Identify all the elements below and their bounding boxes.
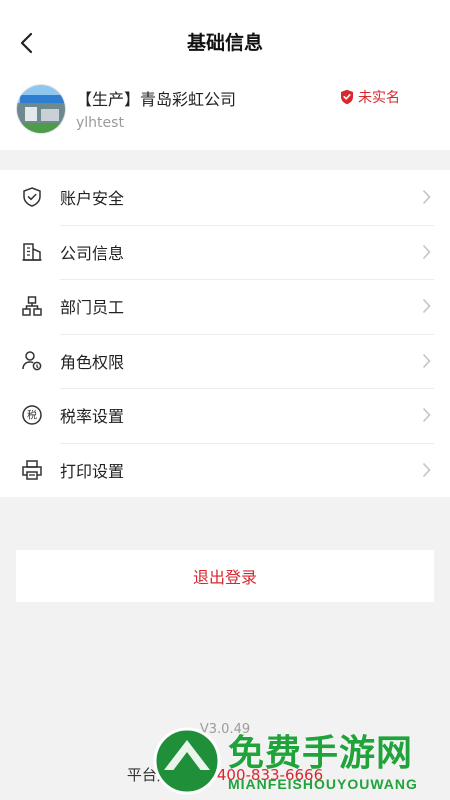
chevron-right-icon — [420, 352, 432, 370]
menu-item-label: 部门员工 — [60, 298, 125, 318]
verification-badge[interactable]: 未实名 — [340, 87, 400, 107]
printer-icon — [20, 458, 44, 482]
company-profile-card: 【生产】青岛彩虹公司 ylhtest 未实名 — [0, 70, 450, 150]
building-icon — [20, 240, 44, 264]
logout-button[interactable]: 退出登录 — [16, 550, 434, 602]
shield-warning-icon — [341, 89, 353, 105]
chevron-right-icon — [420, 297, 432, 315]
menu-item-print-settings[interactable]: 打印设置 — [0, 442, 450, 498]
menu-item-label: 公司信息 — [60, 243, 125, 263]
menu-item-label: 打印设置 — [60, 461, 125, 481]
menu-item-label: 角色权限 — [60, 352, 125, 372]
verification-label: 未实名 — [358, 90, 400, 106]
settings-menu: 账户安全 公司信息 部门员工 角色权限 税 税率设置 打印设置 — [0, 170, 450, 497]
chevron-right-icon — [420, 188, 432, 206]
chevron-right-icon — [420, 461, 432, 479]
menu-item-account-security[interactable]: 账户安全 — [0, 170, 450, 225]
company-avatar[interactable] — [16, 84, 66, 134]
avatar-image — [17, 85, 65, 133]
page-title: 基础信息 — [186, 32, 263, 54]
user-key-icon — [20, 349, 44, 373]
chevron-right-icon — [420, 243, 432, 261]
menu-item-label: 税率设置 — [60, 407, 125, 427]
menu-item-company-info[interactable]: 公司信息 — [0, 224, 450, 280]
app-version: V3.0.49 — [199, 722, 251, 737]
shield-check-icon — [20, 185, 44, 209]
company-name: 【生产】青岛彩虹公司 — [76, 90, 237, 109]
service-hotline: 平台运营服务400-833-6666 — [0, 764, 450, 785]
svg-text:税: 税 — [27, 409, 37, 422]
service-label: 平台运营服务 — [126, 766, 217, 784]
tax-icon: 税 — [20, 403, 44, 427]
menu-item-role-permission[interactable]: 角色权限 — [0, 333, 450, 389]
menu-item-label: 账户安全 — [60, 189, 125, 209]
account-id: ylhtest — [76, 115, 124, 131]
service-phone[interactable]: 400-833-6666 — [217, 766, 323, 784]
menu-item-tax-settings[interactable]: 税 税率设置 — [0, 388, 450, 443]
org-chart-icon — [20, 294, 44, 318]
chevron-right-icon — [420, 406, 432, 424]
menu-item-department-staff[interactable]: 部门员工 — [0, 279, 450, 334]
